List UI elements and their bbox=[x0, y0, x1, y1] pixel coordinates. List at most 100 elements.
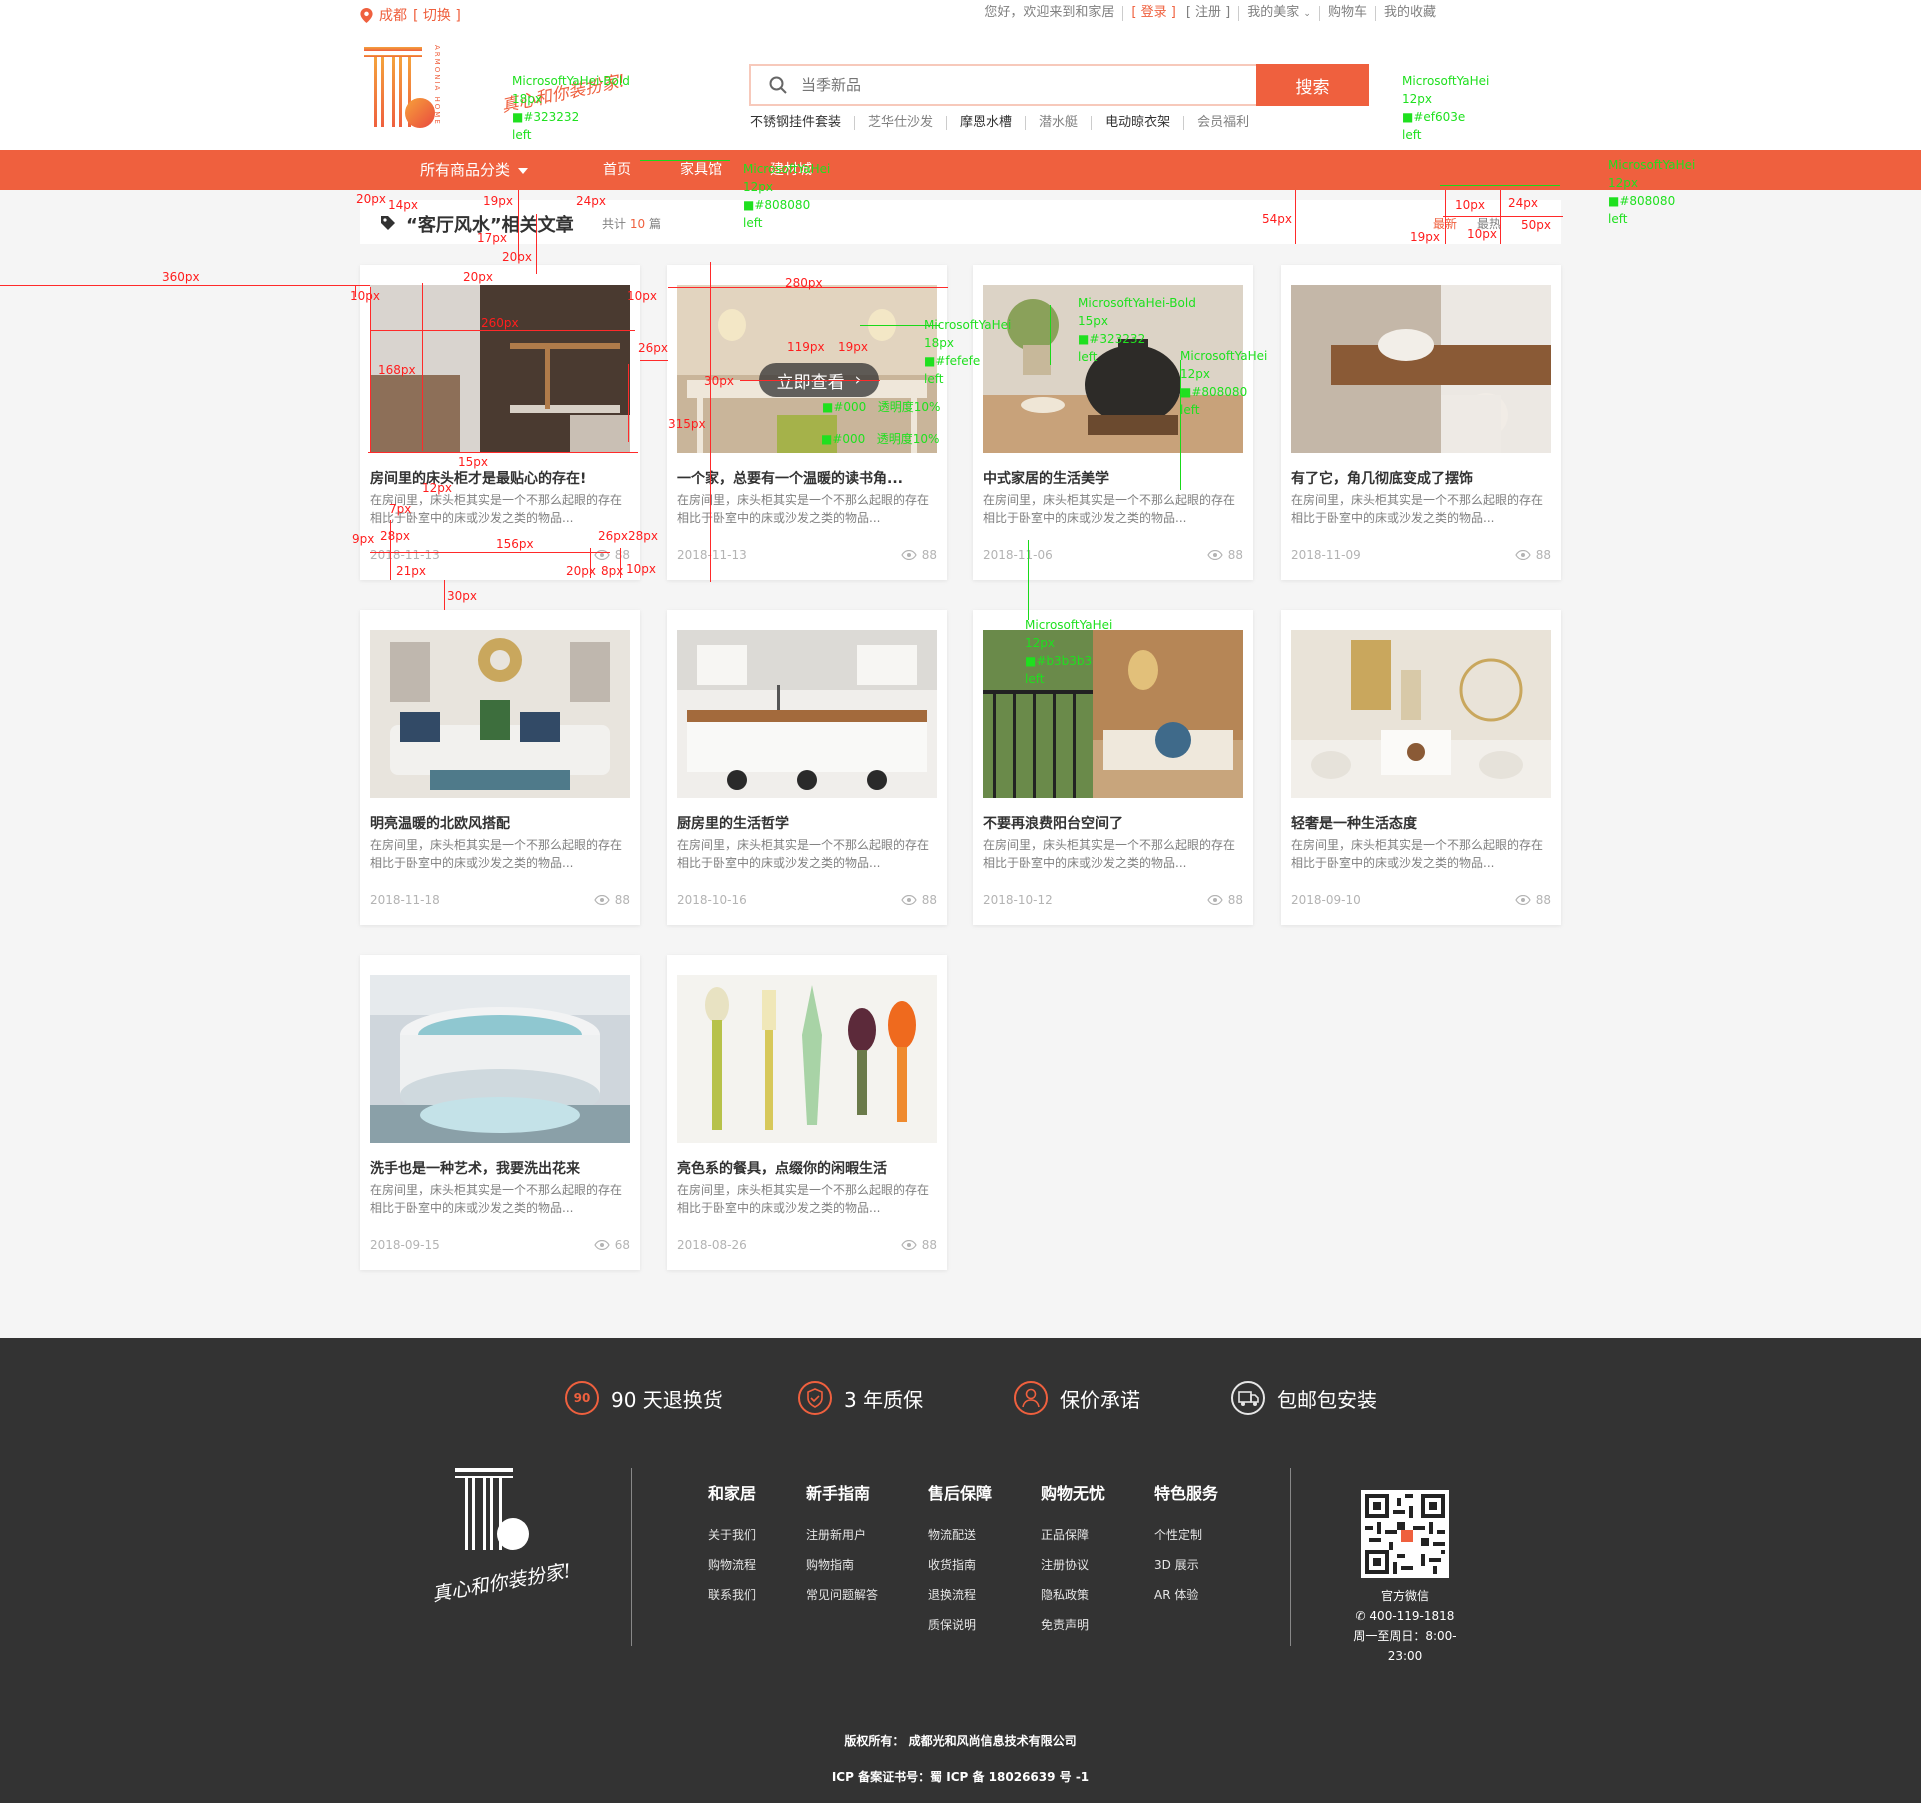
service-label: 包邮包安装 bbox=[1277, 1387, 1377, 1412]
nav-item-home[interactable]: 首页 bbox=[603, 150, 631, 190]
footer-link[interactable]: 物流配送 bbox=[928, 1520, 992, 1550]
eye-icon bbox=[594, 1240, 610, 1250]
article-title[interactable]: 房间里的床头柜才是最贴心的存在! bbox=[370, 468, 630, 488]
article-title[interactable]: 厨房里的生活哲学 bbox=[677, 813, 937, 833]
spacing-annotation: 315px bbox=[668, 417, 706, 431]
footer-link[interactable]: 退换流程 bbox=[928, 1580, 992, 1610]
measure-line bbox=[740, 380, 880, 381]
article-card[interactable]: 有了它，角几彻底变成了摆饰在房间里，床头柜其实是一个不那么起眼的存在相比于卧室中… bbox=[1281, 265, 1561, 580]
cart-link[interactable]: 购物车 bbox=[1320, 6, 1376, 21]
favorites-link[interactable]: 我的收藏 bbox=[1376, 6, 1444, 21]
switch-city-link[interactable]: [ 切换 ] bbox=[413, 5, 461, 25]
measure-line bbox=[422, 283, 423, 451]
article-image[interactable] bbox=[370, 630, 630, 798]
register-link[interactable]: [ 注册 ] bbox=[1178, 6, 1240, 21]
article-image[interactable] bbox=[677, 975, 937, 1143]
spacing-annotation: 10px bbox=[1467, 227, 1497, 241]
hot-word[interactable]: 会员福利 bbox=[1184, 116, 1262, 130]
view-count: 88 bbox=[901, 548, 937, 562]
spacing-annotation: 20px bbox=[566, 564, 596, 578]
footer-link[interactable]: 购物指南 bbox=[806, 1550, 878, 1580]
search-button[interactable]: 搜索 bbox=[1256, 64, 1369, 106]
article-title[interactable]: 明亮温暖的北欧风搭配 bbox=[370, 813, 630, 833]
service-price: 保价承诺 bbox=[1014, 1381, 1140, 1415]
footer-link[interactable]: 3D 展示 bbox=[1154, 1550, 1218, 1580]
font-spec-annotation: MicrosoftYaHei 12px ■#808080 left bbox=[743, 162, 831, 230]
article-image[interactable] bbox=[1291, 630, 1551, 798]
article-title[interactable]: 有了它，角几彻底变成了摆饰 bbox=[1291, 468, 1551, 488]
article-image[interactable] bbox=[1291, 285, 1551, 453]
footer-link[interactable]: 联系我们 bbox=[708, 1580, 756, 1610]
article-image[interactable]: 立即查看› bbox=[677, 285, 937, 453]
article-image[interactable] bbox=[370, 975, 630, 1143]
measure-line bbox=[620, 548, 621, 578]
footer-link[interactable]: 注册新用户 bbox=[806, 1520, 878, 1550]
article-title[interactable]: 轻奢是一种生活态度 bbox=[1291, 813, 1551, 833]
login-link[interactable]: [ 登录 ] bbox=[1123, 6, 1177, 21]
article-title[interactable]: 中式家居的生活美学 bbox=[983, 468, 1243, 488]
chevron-down-icon: ⌄ bbox=[1303, 9, 1311, 19]
footer: 90 90 天退换货 3 年质保 保价承诺 包邮包安装 真心和你装扮家! 和家居… bbox=[0, 1338, 1921, 1803]
measure-line bbox=[536, 214, 537, 274]
article-card[interactable]: 不要再浪费阳台空间了 在房间里，床头柜其实是一个不那么起眼的存在相比于卧室中的床或… bbox=[973, 610, 1253, 925]
font-spec-annotation: MicrosoftYaHei-Bold 18px ■#323232 left bbox=[512, 74, 630, 142]
view-count: 88 bbox=[594, 893, 630, 907]
article-title[interactable]: 洗手也是一种艺术，我要洗出花来 bbox=[370, 1158, 630, 1178]
footer-link[interactable]: 关于我们 bbox=[708, 1520, 756, 1550]
all-categories-menu[interactable]: 所有商品分类 bbox=[420, 150, 529, 190]
footer-link[interactable]: 常见问题解答 bbox=[806, 1580, 878, 1610]
phone-icon: ✆ bbox=[1355, 1609, 1370, 1623]
leader-line bbox=[860, 325, 940, 326]
article-summary: 在房间里，床头柜其实是一个不那么起眼的存在相比于卧室中的床或沙发之类的物品... bbox=[370, 838, 623, 870]
footer-link[interactable]: 隐私政策 bbox=[1041, 1580, 1105, 1610]
article-summary: 在房间里，床头柜其实是一个不那么起眼的存在相比于卧室中的床或沙发之类的物品... bbox=[1291, 493, 1544, 525]
article-card[interactable]: 亮色系的餐具，点缀你的闲暇生活 在房间里，床头柜其实是一个不那么起眼的存在相比于卧… bbox=[667, 955, 947, 1270]
hot-word[interactable]: 摩恩水槽 bbox=[947, 116, 1027, 130]
footer-link[interactable]: 质保说明 bbox=[928, 1610, 992, 1640]
article-image[interactable] bbox=[983, 630, 1243, 798]
article-date: 2018-08-26 bbox=[677, 1238, 747, 1252]
article-card[interactable]: 轻奢是一种生活态度在房间里，床头柜其实是一个不那么起眼的存在相比于卧室中的床或沙… bbox=[1281, 610, 1561, 925]
footer-link[interactable]: 收货指南 bbox=[928, 1550, 992, 1580]
article-photo bbox=[677, 630, 937, 798]
article-summary: 在房间里，床头柜其实是一个不那么起眼的存在相比于卧室中的床或沙发之类的物品... bbox=[983, 493, 1236, 525]
article-card[interactable]: 明亮温暖的北欧风搭配在房间里，床头柜其实是一个不那么起眼的存在相比于卧室中的床或… bbox=[360, 610, 640, 925]
footer-col-about: 和家居 关于我们 购物流程 联系我们 bbox=[708, 1480, 756, 1610]
footer-link[interactable]: 购物流程 bbox=[708, 1550, 756, 1580]
view-count-value: 88 bbox=[921, 1238, 937, 1252]
article-title[interactable]: 不要再浪费阳台空间了 bbox=[983, 813, 1243, 833]
welcome-text: 您好，欢迎来到和家居 bbox=[976, 6, 1124, 21]
my-home-label: 我的美家 bbox=[1247, 5, 1300, 20]
eye-icon bbox=[1207, 895, 1223, 905]
measure-line bbox=[390, 520, 391, 580]
footer-col-title: 售后保障 bbox=[928, 1484, 993, 1503]
hot-word[interactable]: 不锈钢挂件套装 bbox=[750, 116, 856, 130]
article-summary: 在房间里，床头柜其实是一个不那么起眼的存在相比于卧室中的床或沙发之类的物品... bbox=[1291, 838, 1544, 870]
article-card[interactable]: 立即查看› 一个家，总要有一个温暖的读书角... 在房间里，床头柜其实是一个不那么起… bbox=[667, 265, 947, 580]
search-input[interactable] bbox=[751, 66, 1231, 104]
footer-link[interactable]: 正品保障 bbox=[1041, 1520, 1105, 1550]
location-selector[interactable]: 成都 [ 切换 ] bbox=[360, 5, 461, 25]
footer-link[interactable]: 免责声明 bbox=[1041, 1610, 1105, 1640]
article-card[interactable]: 厨房里的生活哲学在房间里，床头柜其实是一个不那么起眼的存在相比于卧室中的床或沙发… bbox=[667, 610, 947, 925]
spacing-annotation: 19px bbox=[838, 340, 868, 354]
hot-word[interactable]: 电动晾衣架 bbox=[1092, 116, 1185, 130]
article-title[interactable]: 一个家，总要有一个温暖的读书角... bbox=[677, 468, 937, 488]
view-count-value: 68 bbox=[614, 1238, 630, 1252]
article-image[interactable] bbox=[677, 630, 937, 798]
my-home-link[interactable]: 我的美家 ⌄ bbox=[1239, 6, 1320, 21]
spacing-annotation: 20px bbox=[356, 192, 386, 206]
eye-icon bbox=[1207, 550, 1223, 560]
footer-link[interactable]: 注册协议 bbox=[1041, 1550, 1105, 1580]
brand-logo[interactable]: ARMONIA HOME 真心和你装扮家! bbox=[364, 45, 627, 144]
spacing-annotation: 119px bbox=[787, 340, 825, 354]
footer-link[interactable]: AR 体验 bbox=[1154, 1580, 1218, 1610]
article-card[interactable]: 洗手也是一种艺术，我要洗出花来 在房间里，床头柜其实是一个不那么起眼的存在相比于卧… bbox=[360, 955, 640, 1270]
footer-link[interactable]: 个性定制 bbox=[1154, 1520, 1218, 1550]
nav-item-furniture[interactable]: 家具馆 bbox=[680, 150, 722, 190]
font-spec-annotation: MicrosoftYaHei 12px ■#808080 left bbox=[1608, 158, 1696, 226]
hot-word[interactable]: 芝华仕沙发 bbox=[855, 116, 948, 130]
article-summary: 在房间里，床头柜其实是一个不那么起眼的存在相比于卧室中的床或沙发之类的物品... bbox=[677, 838, 930, 870]
hot-word[interactable]: 潜水艇 bbox=[1026, 116, 1093, 130]
article-title[interactable]: 亮色系的餐具，点缀你的闲暇生活 bbox=[677, 1158, 937, 1178]
